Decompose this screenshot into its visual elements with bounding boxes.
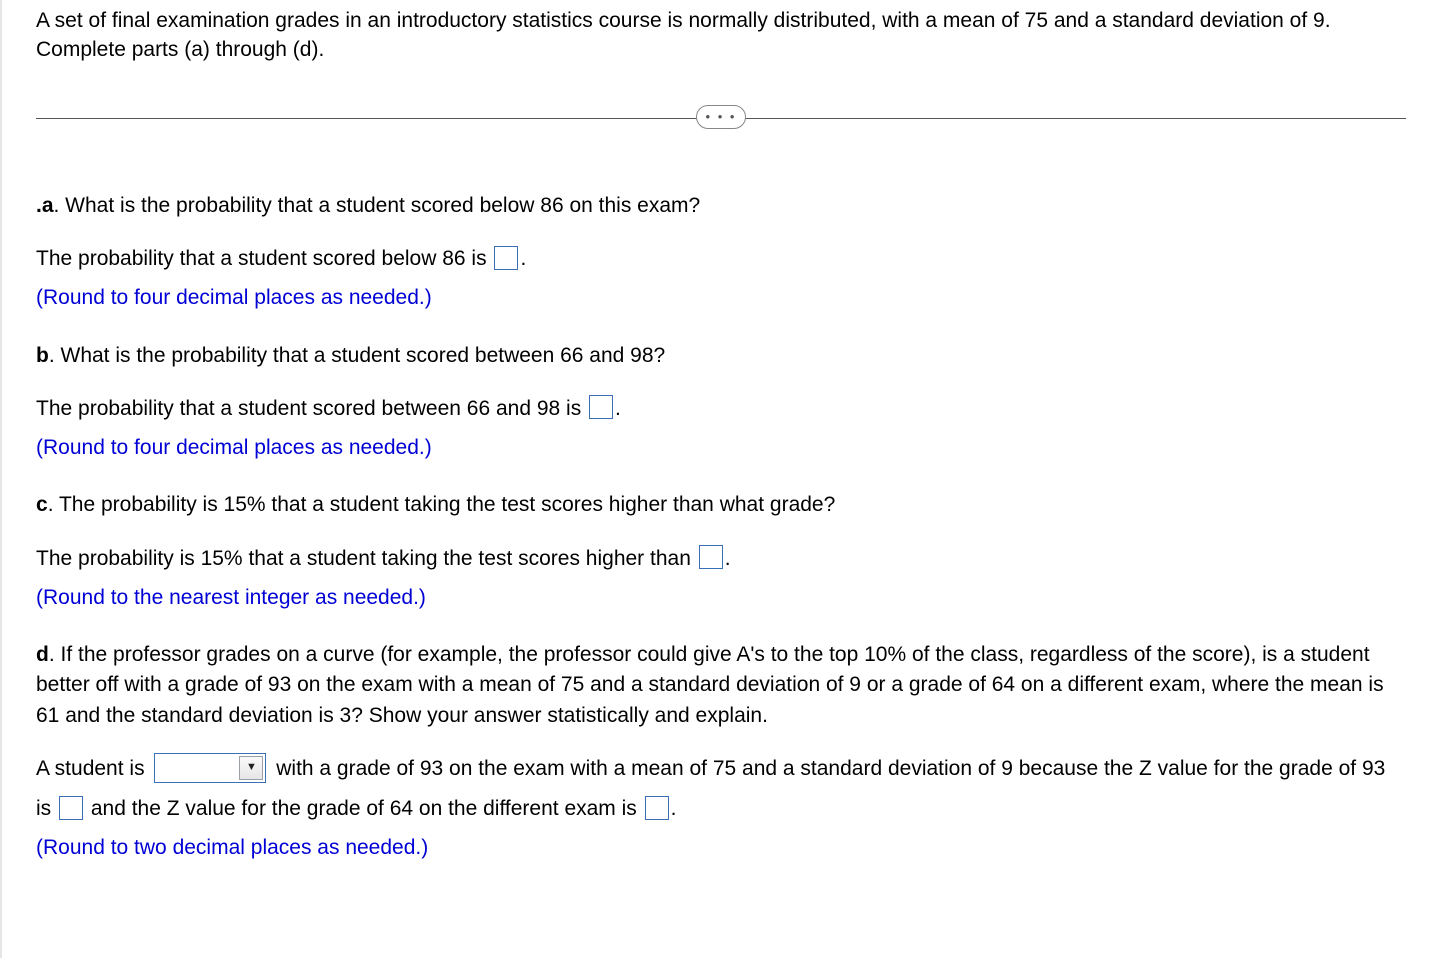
part-a-question: .a. What is the probability that a stude… — [36, 191, 1406, 221]
part-c-answer-suffix: . — [725, 547, 731, 570]
chevron-down-icon: ▼ — [239, 756, 263, 780]
part-b-answer-input[interactable] — [589, 395, 613, 419]
part-d-label: d — [36, 643, 49, 666]
part-a-answer-suffix: . — [520, 247, 526, 270]
ellipsis-icon: • • • — [706, 109, 737, 124]
part-d-question-text: . If the professor grades on a curve (fo… — [36, 643, 1384, 727]
part-d-answer-line: A student is ▼ with a grade of 93 on the… — [36, 749, 1406, 829]
question-page: A set of final examination grades in an … — [0, 0, 1446, 958]
expand-ellipsis-button[interactable]: • • • — [696, 105, 746, 129]
section-divider: • • • — [36, 105, 1406, 131]
part-a-answer-input[interactable] — [494, 246, 518, 270]
part-c: c. The probability is 15% that a student… — [36, 490, 1406, 612]
part-a-answer-prefix: The probability that a student scored be… — [36, 247, 492, 270]
part-a-label: .a — [36, 194, 54, 217]
part-b-question: b. What is the probability that a studen… — [36, 341, 1406, 371]
part-a-answer-line: The probability that a student scored be… — [36, 239, 1406, 279]
part-d-seg4: . — [671, 797, 677, 820]
part-d-seg3: and the Z value for the grade of 64 on t… — [85, 797, 643, 820]
part-b-answer-line: The probability that a student scored be… — [36, 389, 1406, 429]
part-b: b. What is the probability that a studen… — [36, 341, 1406, 463]
part-c-hint: (Round to the nearest integer as needed.… — [36, 583, 1406, 612]
part-c-answer-prefix: The probability is 15% that a student ta… — [36, 547, 697, 570]
part-d-question: d. If the professor grades on a curve (f… — [36, 640, 1406, 731]
part-b-answer-suffix: . — [615, 397, 621, 420]
part-a-question-text: . What is the probability that a student… — [54, 194, 701, 217]
part-a: .a. What is the probability that a stude… — [36, 191, 1406, 313]
part-c-question-text: . The probability is 15% that a student … — [48, 493, 836, 516]
part-b-label: b — [36, 344, 49, 367]
part-b-hint: (Round to four decimal places as needed.… — [36, 433, 1406, 462]
part-d-z2-input[interactable] — [645, 796, 669, 820]
part-d-z1-input[interactable] — [59, 796, 83, 820]
part-c-label: c — [36, 493, 48, 516]
part-d-seg1: A student is — [36, 757, 150, 780]
part-a-hint: (Round to four decimal places as needed.… — [36, 283, 1406, 312]
part-d-select[interactable]: ▼ — [154, 753, 266, 783]
intro-text: A set of final examination grades in an … — [36, 6, 1406, 65]
part-c-answer-line: The probability is 15% that a student ta… — [36, 539, 1406, 579]
part-b-question-text: . What is the probability that a student… — [49, 344, 665, 367]
part-d: d. If the professor grades on a curve (f… — [36, 640, 1406, 862]
part-c-answer-input[interactable] — [699, 545, 723, 569]
part-b-answer-prefix: The probability that a student scored be… — [36, 397, 587, 420]
part-c-question: c. The probability is 15% that a student… — [36, 490, 1406, 520]
part-d-hint: (Round to two decimal places as needed.) — [36, 833, 1406, 862]
